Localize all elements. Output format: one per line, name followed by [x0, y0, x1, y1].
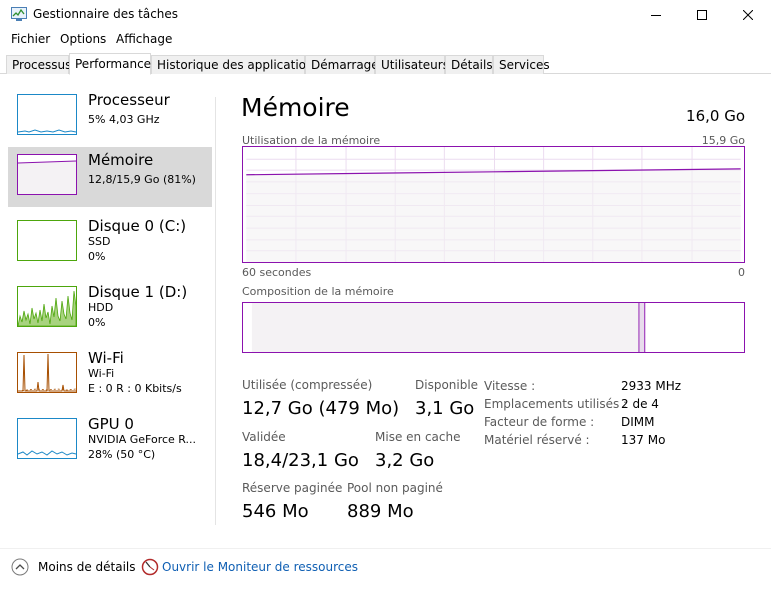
minimize-icon — [651, 15, 661, 16]
spec-label-reserved: Matériel réservé : — [484, 433, 590, 447]
sidebar-title: Wi-Fi — [88, 349, 124, 367]
close-button[interactable] — [725, 0, 771, 30]
sidebar-subtitle: SSD — [88, 235, 111, 248]
stat-label-nonpaged-pool: Pool non paginé — [347, 481, 443, 495]
open-resource-monitor-link[interactable]: Ouvrir le Moniteur de ressources — [162, 560, 358, 574]
tab-processus[interactable]: Processus — [6, 55, 71, 74]
sidebar-subtitle: Wi-Fi — [88, 367, 115, 380]
task-manager-icon — [11, 7, 27, 21]
menu-affichage[interactable]: Affichage — [116, 32, 172, 46]
spec-value-slots: 2 de 4 — [621, 397, 659, 411]
tab-services[interactable]: Services — [493, 55, 550, 74]
tab-bar: Processus Performance Historique des app… — [0, 53, 771, 75]
composition-in-use — [251, 303, 639, 352]
close-icon — [743, 10, 753, 20]
gpu-thumbnail-graph — [17, 418, 77, 459]
less-details-button[interactable]: Moins de détails — [38, 560, 136, 574]
sidebar-subtitle: 0% — [88, 316, 106, 329]
minimize-button[interactable] — [633, 0, 679, 30]
stat-value-committed: 18,4/23,1 Go — [242, 450, 359, 471]
sidebar-subtitle: NVIDIA GeForce R... — [88, 433, 197, 446]
stat-label-used: Utilisée (compressée) — [242, 378, 373, 392]
stat-value-paged-pool: 546 Mo — [242, 501, 309, 522]
sidebar-title: GPU 0 — [88, 415, 134, 433]
stat-value-cached: 3,2 Go — [375, 450, 435, 471]
stat-label-paged-pool: Réserve paginée — [242, 481, 343, 495]
sidebar-item-disque-1[interactable]: Disque 1 (D:) HDD 0% — [8, 279, 212, 339]
performance-panel: Processeur 5% 4,03 GHz Mémoire 12,8/15,9… — [0, 75, 771, 545]
sidebar-item-gpu-0[interactable]: GPU 0 NVIDIA GeForce R... 28% (50 °C) — [8, 411, 212, 471]
sidebar-subtitle: 5% 4,03 GHz — [88, 113, 160, 126]
memory-total: 16,0 Go — [686, 107, 745, 125]
stat-label-committed: Validée — [242, 430, 286, 444]
sidebar-item-memoire[interactable]: Mémoire 12,8/15,9 Go (81%) — [8, 147, 212, 207]
stat-value-used: 12,7 Go (479 Mo) — [242, 398, 400, 419]
stat-label-cached: Mise en cache — [375, 430, 461, 444]
sidebar-subtitle: 0% — [88, 250, 106, 263]
graph-time-right: 0 — [738, 266, 745, 279]
resource-monitor-icon — [141, 558, 159, 576]
graph-time-left: 60 secondes — [242, 266, 312, 279]
tab-utilisateurs[interactable]: Utilisateurs — [375, 55, 449, 74]
maximize-icon — [697, 10, 707, 20]
sidebar-subtitle: 12,8/15,9 Go (81%) — [88, 173, 196, 186]
spec-value-speed: 2933 MHz — [621, 379, 682, 393]
footer-bar: Moins de détails Ouvrir le Moniteur de r… — [0, 548, 771, 592]
sidebar-subtitle: HDD — [88, 301, 114, 314]
sidebar-title: Mémoire — [88, 151, 154, 169]
tab-performance[interactable]: Performance — [69, 53, 151, 75]
disk0-thumbnail-graph — [17, 220, 77, 261]
menu-options[interactable]: Options — [60, 32, 106, 46]
tab-historique[interactable]: Historique des applications — [151, 55, 320, 74]
tab-demarrage[interactable]: Démarrage — [305, 55, 379, 74]
maximize-button[interactable] — [679, 0, 725, 30]
disk1-thumbnail-graph — [17, 286, 77, 327]
collapse-chevron-icon[interactable] — [11, 558, 29, 576]
sidebar-item-wifi[interactable]: Wi-Fi Wi-Fi E : 0 R : 0 Kbits/s — [8, 345, 212, 405]
tab-details[interactable]: Détails — [445, 55, 493, 74]
spec-value-reserved: 137 Mo — [621, 433, 666, 447]
cpu-thumbnail-graph — [17, 94, 77, 135]
sidebar-title: Disque 1 (D:) — [88, 283, 188, 301]
spec-value-form-factor: DIMM — [621, 415, 655, 429]
composition-modified — [639, 303, 645, 352]
menu-fichier[interactable]: Fichier — [11, 32, 50, 46]
stat-label-available: Disponible — [415, 378, 479, 392]
stat-value-available: 3,1 Go — [415, 398, 475, 419]
composition-label: Composition de la mémoire — [242, 285, 394, 298]
sidebar-item-processeur[interactable]: Processeur 5% 4,03 GHz — [8, 87, 212, 147]
sidebar-title: Processeur — [88, 91, 170, 109]
window-title: Gestionnaire des tâches — [33, 7, 179, 21]
menu-bar: Fichier Options Affichage — [0, 31, 771, 49]
stat-value-nonpaged-pool: 889 Mo — [347, 501, 414, 522]
spec-label-slots: Emplacements utilisés : — [484, 397, 628, 411]
sidebar-subtitle: E : 0 R : 0 Kbits/s — [88, 382, 182, 395]
memory-usage-graph — [242, 146, 745, 263]
wifi-thumbnail-graph — [17, 352, 77, 393]
page-title: Mémoire — [241, 93, 350, 122]
memory-thumbnail-graph — [17, 154, 77, 195]
title-bar[interactable]: Gestionnaire des tâches — [0, 0, 771, 30]
sidebar-item-disque-0[interactable]: Disque 0 (C:) SSD 0% — [8, 213, 212, 273]
usage-area — [246, 168, 741, 262]
spec-label-form-factor: Facteur de forme : — [484, 415, 595, 429]
sidebar-subtitle: 28% (50 °C) — [88, 448, 156, 461]
memory-composition-bar — [242, 302, 745, 353]
spec-label-speed: Vitesse : — [484, 379, 536, 393]
sidebar-divider — [215, 97, 216, 525]
sidebar-title: Disque 0 (C:) — [88, 217, 187, 235]
